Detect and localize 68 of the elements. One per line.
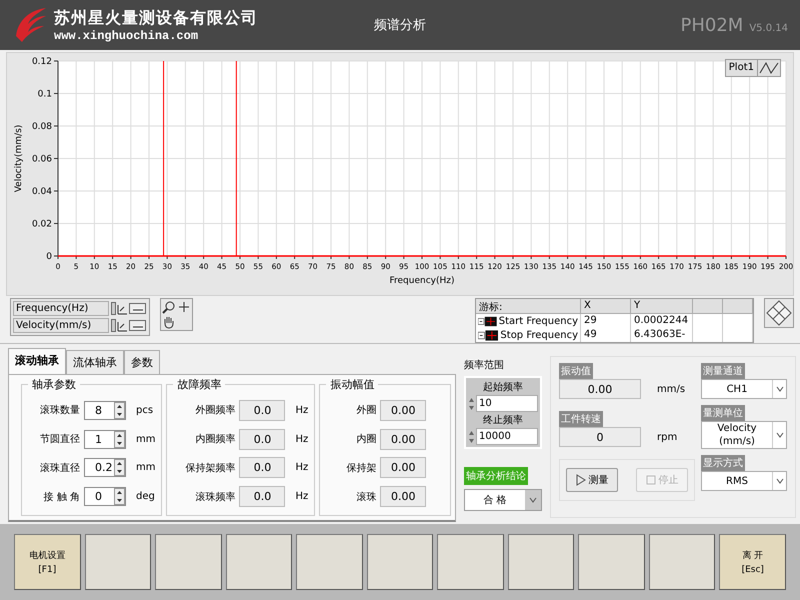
unit-label: Hz xyxy=(295,491,308,502)
value-display: 0.0 xyxy=(239,486,286,508)
value-display: 0.00 xyxy=(559,379,641,399)
group-title: 故障频率 xyxy=(176,377,222,392)
group-title: 振动幅值 xyxy=(329,377,376,392)
field-label: 滚珠频率 xyxy=(194,490,236,504)
field-label: 外圈频率 xyxy=(194,404,236,418)
field-label: 滚珠 xyxy=(355,490,376,504)
unit-label: deg xyxy=(136,491,155,502)
field-label: 内圈频率 xyxy=(194,432,236,446)
field-label: 滚珠直径 xyxy=(39,462,80,475)
value-display: 0.00 xyxy=(380,400,426,421)
field-label: 接 触 角 xyxy=(42,490,80,504)
window-title: 频谱分析 xyxy=(374,17,426,34)
column-header: Y xyxy=(631,299,693,314)
column-header: X xyxy=(581,299,631,314)
value-display: 0 xyxy=(559,427,641,447)
table-cell: 49 xyxy=(581,328,631,342)
table-cell: 0.0002244 xyxy=(631,314,693,328)
value-display: 0.0 xyxy=(239,400,286,421)
unit-label: Hz xyxy=(295,462,308,474)
y-tick-label: 0.04 xyxy=(32,187,52,197)
x-axis-label: Frequency(Hz) xyxy=(390,276,454,286)
column-header: 游标: xyxy=(476,299,581,314)
scale-name: Velocity(mm/s) xyxy=(13,318,109,333)
y-tick-label: 0.12 xyxy=(32,57,52,67)
value-display: 0.0 xyxy=(239,457,286,478)
reading-label: 振动值 xyxy=(559,363,593,379)
select-label: 显示方式 xyxy=(701,455,745,471)
y-tick-label: 0.08 xyxy=(32,122,52,132)
field-label: 节圆直径 xyxy=(39,432,80,446)
version-label: V5.0.14 xyxy=(749,22,788,34)
y-axis-label: Velocity(mm/s) xyxy=(14,124,24,192)
y-tick-label: 0 xyxy=(46,252,52,262)
result-label: 轴承分析结论 xyxy=(464,467,528,485)
unit-label: mm/s xyxy=(657,384,686,394)
model-name: PH02M xyxy=(680,14,744,36)
unit-label: Hz xyxy=(295,434,308,445)
y-tick-label: 0.06 xyxy=(32,154,52,164)
website-url: www.xinghuochina.com xyxy=(54,28,200,42)
scale-name: Frequency(Hz) xyxy=(13,301,109,316)
value-display: 0.00 xyxy=(380,486,426,508)
field-label: 起始频率 xyxy=(482,380,524,394)
unit-label: Hz xyxy=(295,404,308,416)
value-display: 0.0 xyxy=(239,428,286,450)
field-label: 外圈 xyxy=(355,404,376,418)
field-label: 终止频率 xyxy=(482,414,524,427)
value-display: 0.00 xyxy=(380,457,426,478)
field-label: 保持架频率 xyxy=(184,462,236,475)
table-cell: 29 xyxy=(581,314,631,328)
reading-label: 工件转速 xyxy=(559,411,603,427)
unit-label: pcs xyxy=(136,404,154,416)
table-cell: 6.43063E- xyxy=(631,328,693,342)
section-title: 频率范围 xyxy=(464,358,505,372)
company-name: 苏州星火量测设备有限公司 xyxy=(54,8,258,28)
unit-label: mm xyxy=(136,462,156,474)
field-label: 保持架 xyxy=(345,462,376,475)
field-label: 内圈 xyxy=(355,432,376,446)
select-label: 测量通道 xyxy=(701,363,745,379)
value-display: 0.00 xyxy=(380,428,426,450)
field-label: 滚珠数量 xyxy=(39,404,80,418)
plot-name: Plot1 xyxy=(726,60,758,76)
unit-label: mm xyxy=(136,434,156,445)
select-label: 量测单位 xyxy=(701,405,745,421)
y-tick-label: 0.02 xyxy=(32,220,52,230)
group-title: 轴承参数 xyxy=(31,377,77,392)
unit-label: rpm xyxy=(657,432,678,442)
y-tick-label: 0.1 xyxy=(38,90,52,100)
